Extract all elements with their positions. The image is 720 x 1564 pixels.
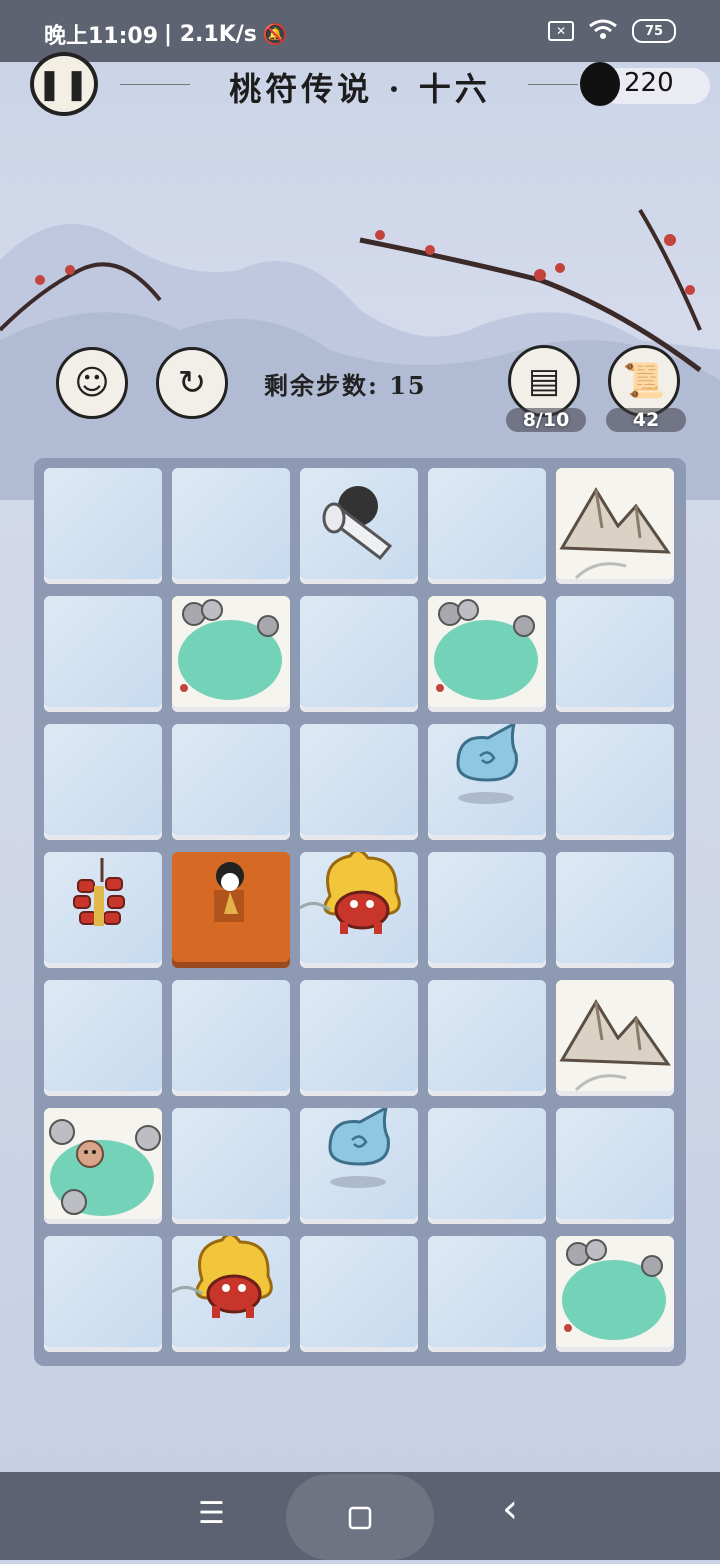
character-portrait-icon: ☺: [74, 363, 110, 403]
background-hills-art: [0, 208, 720, 500]
status-bar: 晚上11:09 | 2.1K/s 🔕 ✕ 75: [0, 0, 720, 62]
board-cell-r5-c2[interactable]: [300, 1105, 418, 1224]
battery-icon: 75: [632, 19, 676, 43]
board-cell-r6-c1[interactable]: [171, 1233, 290, 1352]
board-cell-r4-c0[interactable]: [44, 980, 162, 1096]
board-cell-r0-c1[interactable]: [172, 468, 290, 584]
back-icon[interactable]: ‹: [502, 1486, 518, 1532]
board-cell-r5-c3[interactable]: [428, 1108, 546, 1224]
ink-count: 220: [624, 68, 674, 98]
pause-button[interactable]: ❚❚: [30, 52, 98, 116]
board-cell-r1-c2[interactable]: [300, 596, 418, 712]
sim-x-icon: ✕: [548, 21, 574, 41]
spirit-piece[interactable]: [300, 1105, 418, 1228]
nian-beast-piece[interactable]: [299, 849, 418, 972]
remaining-steps: 剩余步数: 15: [264, 366, 427, 401]
board-cell-r2-c2[interactable]: [300, 724, 418, 840]
status-left: 晚上11:09 | 2.1K/s 🔕: [44, 18, 288, 50]
board-cell-r6-c3[interactable]: [428, 1236, 546, 1352]
wifi-icon: [588, 18, 618, 44]
board-cell-r4-c3[interactable]: [428, 980, 546, 1096]
board-cell-r5-c4[interactable]: [556, 1108, 674, 1224]
steps-value: 15: [389, 371, 427, 400]
board-cell-r2-c4[interactable]: [556, 724, 674, 840]
monkey-pond-piece[interactable]: [44, 1108, 162, 1228]
board-cell-r1-c0[interactable]: [44, 596, 162, 712]
mute-bell-icon: 🔕: [262, 22, 288, 46]
pause-icon: ❚❚: [36, 66, 92, 102]
board-cell-r0-c4[interactable]: [556, 468, 674, 584]
card-deck-icon: ▤: [527, 361, 561, 401]
board-cell-r1-c3[interactable]: [428, 596, 546, 712]
status-time: 晚上11:09: [44, 24, 159, 49]
mountain-piece[interactable]: [556, 980, 674, 1100]
board-cell-r1-c4[interactable]: [556, 596, 674, 712]
mountain-piece[interactable]: [556, 468, 674, 588]
home-square-icon: [348, 1506, 372, 1530]
board-cell-r5-c1[interactable]: [172, 1108, 290, 1224]
temple-piece[interactable]: [172, 852, 290, 972]
ink-drop-icon: [580, 62, 620, 106]
title-divider-right: [528, 84, 578, 85]
card-count: 8/10: [522, 409, 570, 431]
nian-beast-piece[interactable]: [171, 1233, 290, 1356]
navigation-bar: ☰ ‹: [0, 1472, 720, 1560]
spirit-piece[interactable]: [428, 721, 546, 844]
board-cell-r2-c1[interactable]: [172, 724, 290, 840]
board-cell-r0-c0[interactable]: [44, 468, 162, 584]
scroll-count: 42: [632, 409, 660, 431]
steps-label: 剩余步数:: [264, 371, 379, 400]
board-cell-r6-c2[interactable]: [300, 1236, 418, 1352]
board-cell-r0-c3[interactable]: [428, 468, 546, 584]
hero-piece[interactable]: [300, 468, 418, 588]
title-divider-left: [120, 84, 190, 85]
board-cell-r1-c1[interactable]: [172, 596, 290, 712]
hint-character-button[interactable]: ☺: [56, 347, 128, 419]
board-cell-r2-c3[interactable]: [428, 721, 546, 840]
undo-arrow-icon: ↻: [177, 363, 207, 403]
board-cell-r4-c1[interactable]: [172, 980, 290, 1096]
pond-piece[interactable]: [172, 596, 290, 716]
board-cell-r2-c0[interactable]: [44, 724, 162, 840]
menu-icon[interactable]: ☰: [198, 1496, 225, 1531]
status-right: ✕ 75: [548, 18, 676, 44]
firecracker-piece[interactable]: [44, 852, 162, 972]
undo-button[interactable]: ↻: [156, 347, 228, 419]
board-cell-r4-c2[interactable]: [300, 980, 418, 1096]
card-deck-button[interactable]: ▤: [508, 345, 580, 417]
level-title: 桃符传说 · 十六: [229, 70, 491, 108]
board-cell-r4-c4[interactable]: [556, 980, 674, 1096]
board-cell-r3-c3[interactable]: [428, 852, 546, 968]
board-cell-r6-c4[interactable]: [556, 1236, 674, 1352]
board-cell-r6-c0[interactable]: [44, 1236, 162, 1352]
board-cell-r3-c2[interactable]: [299, 849, 418, 968]
scroll-item-button[interactable]: 📜: [608, 345, 680, 417]
pond-piece[interactable]: [428, 596, 546, 716]
board-cell-r3-c0[interactable]: [44, 852, 162, 968]
scroll-icon: 📜: [622, 361, 666, 401]
board-cell-r3-c4[interactable]: [556, 852, 674, 968]
board-cell-r3-c1[interactable]: [172, 852, 290, 968]
ink-currency: 220: [580, 62, 720, 110]
game-board: [34, 458, 686, 1366]
board-cell-r0-c2[interactable]: [300, 468, 418, 584]
status-net-speed: | 2.1K/s: [164, 21, 257, 47]
pond-piece[interactable]: [556, 1236, 674, 1356]
home-button[interactable]: [286, 1474, 434, 1560]
board-cell-r5-c0[interactable]: [44, 1108, 162, 1224]
